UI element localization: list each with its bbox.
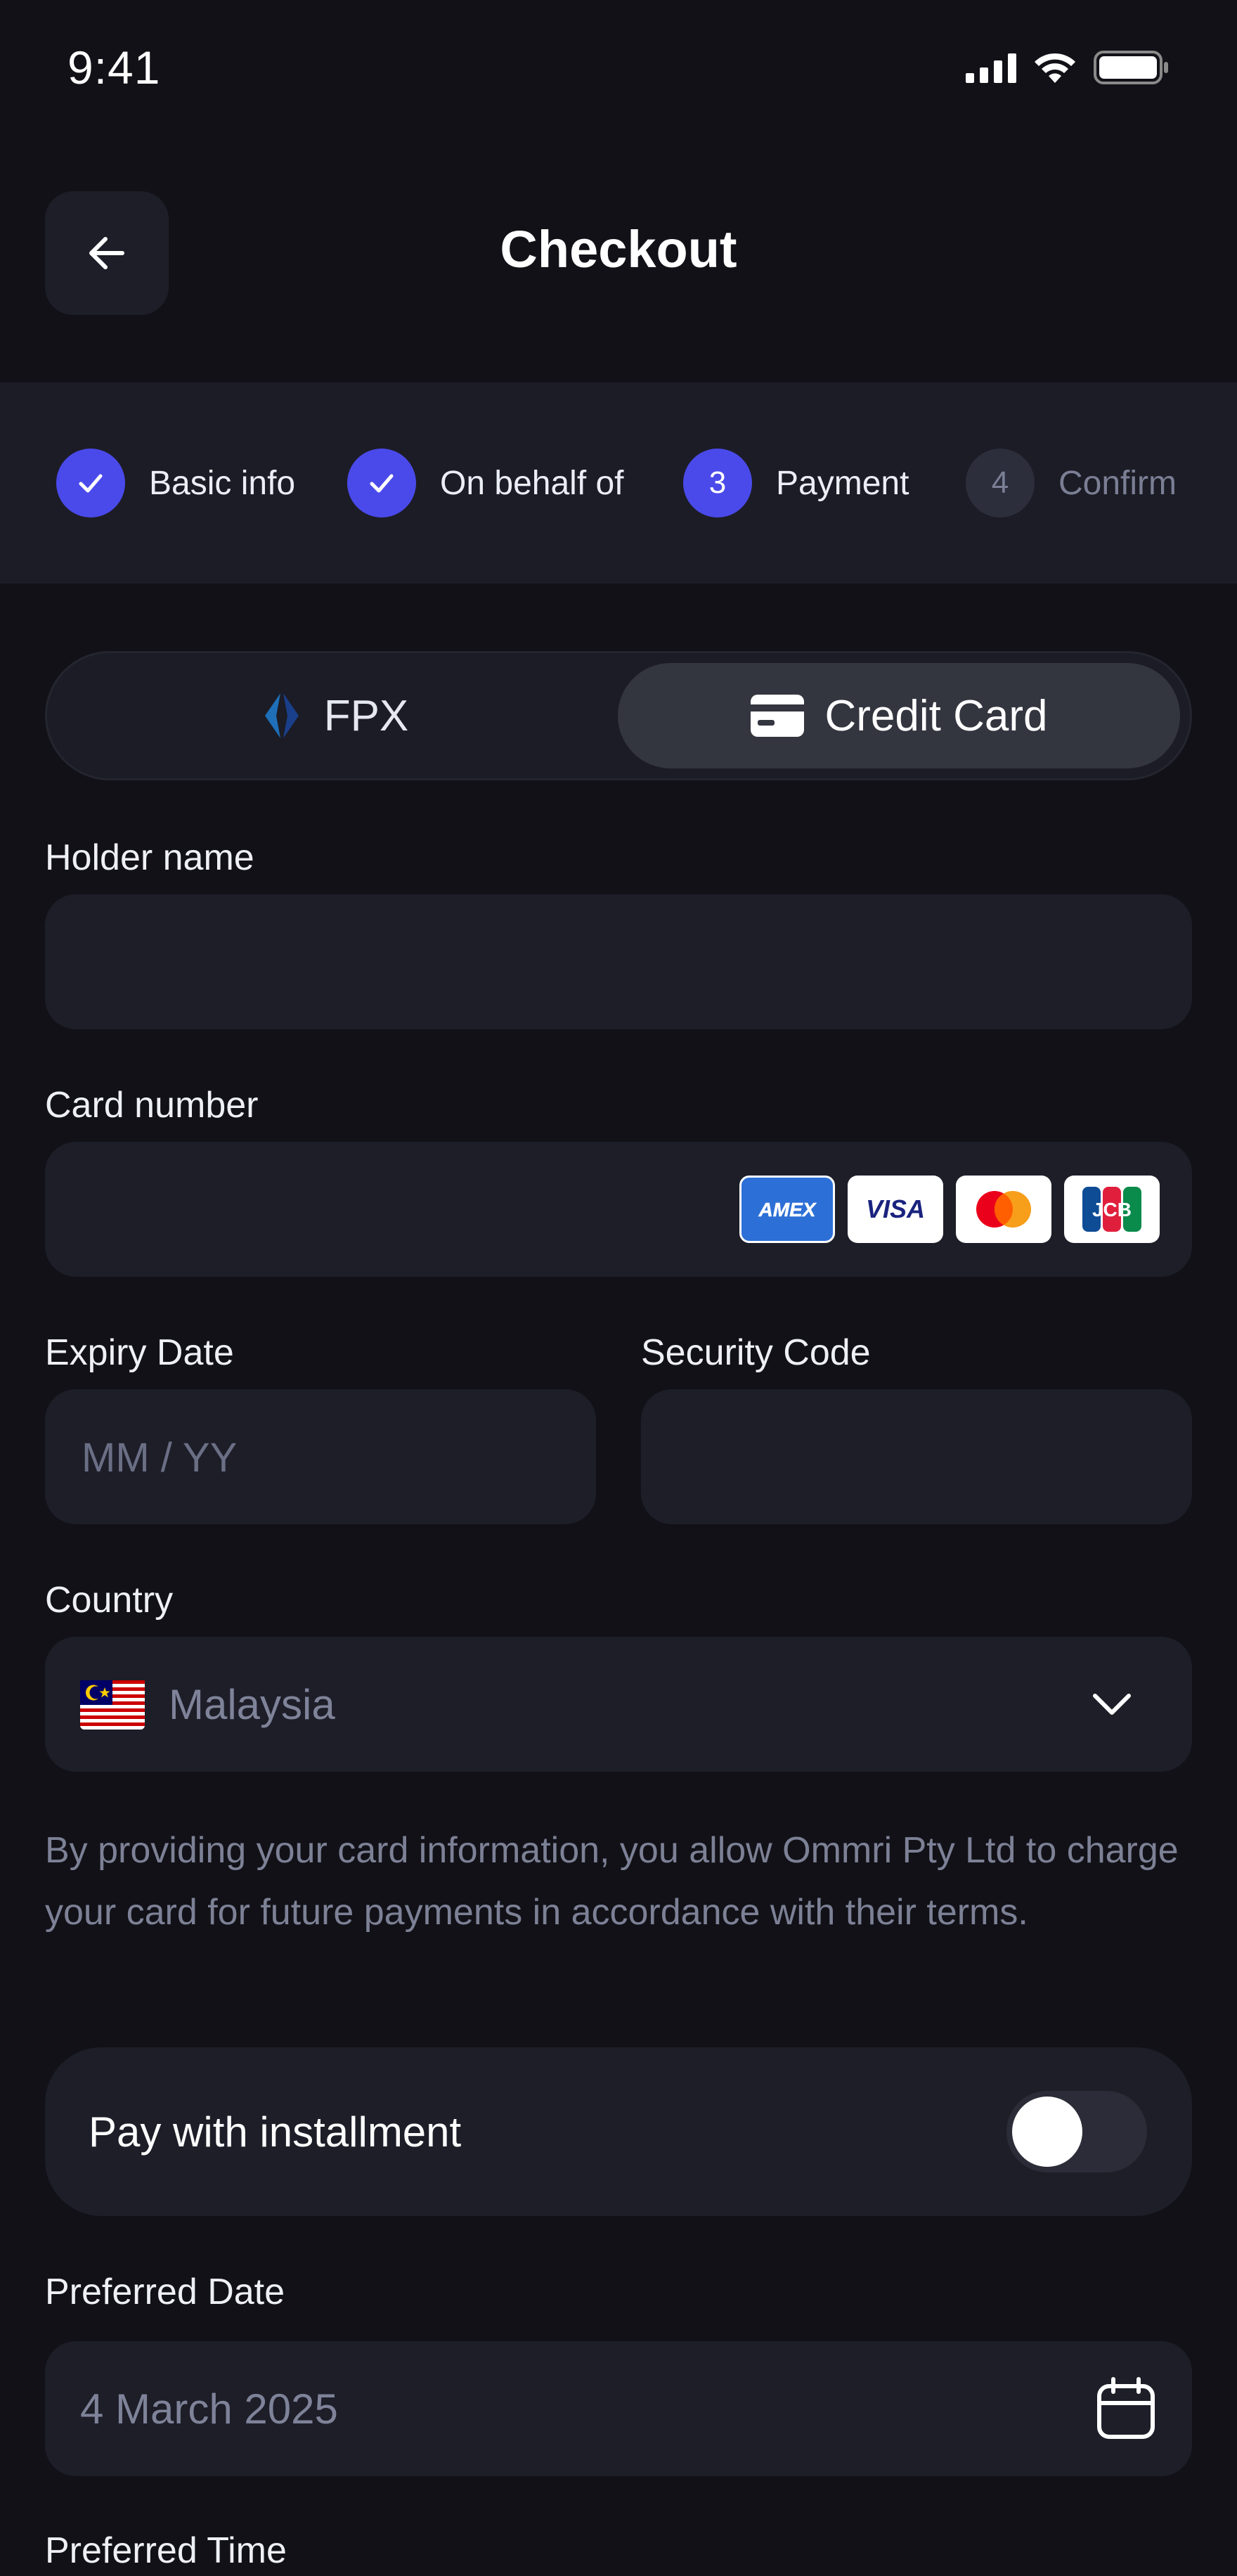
installment-row: Pay with installment — [45, 2047, 1192, 2216]
credit-card-option[interactable]: Credit Card — [618, 663, 1180, 768]
security-code-input[interactable] — [676, 1389, 1160, 1526]
preferred-date-label: Preferred Date — [45, 2272, 285, 2312]
visa-logo-icon: VISA — [848, 1176, 943, 1243]
step-number-circle: 3 — [683, 449, 752, 517]
card-brand-logos: AMEX VISA JCB — [739, 1176, 1160, 1243]
amex-logo-icon: AMEX — [739, 1176, 835, 1243]
malaysia-flag-icon — [80, 1680, 145, 1730]
svg-text:JCB: JCB — [1092, 1199, 1132, 1221]
step-confirm: 4 Confirm — [966, 382, 1177, 584]
step-on-behalf-of: On behalf of — [347, 382, 624, 584]
step-label: Payment — [776, 464, 909, 502]
svg-text:AMEX: AMEX — [758, 1199, 817, 1221]
step-payment: 3 Payment — [683, 382, 909, 584]
mastercard-logo-icon — [956, 1176, 1051, 1243]
step-number-circle: 4 — [966, 449, 1035, 517]
checkout-stepper: Basic info On behalf of 3 Payment 4 Conf… — [0, 382, 1237, 584]
check-icon — [79, 474, 103, 493]
card-number-label: Card number — [45, 1085, 259, 1126]
toggle-knob — [1012, 2097, 1082, 2167]
consent-text: By providing your card information, you … — [45, 1830, 1179, 1933]
installment-label: Pay with installment — [89, 2108, 462, 2156]
jcb-logo-icon: JCB — [1064, 1176, 1160, 1243]
fpx-label: FPX — [323, 691, 409, 740]
card-number-field: AMEX VISA JCB — [45, 1142, 1192, 1278]
fpx-option[interactable]: FPX — [57, 663, 612, 768]
security-code-field — [641, 1389, 1192, 1526]
preferred-date-value: 4 March 2025 — [80, 2385, 338, 2433]
preferred-date-field[interactable]: 4 March 2025 — [45, 2341, 1192, 2476]
step-basic-info: Basic info — [56, 382, 295, 584]
country-value: Malaysia — [169, 1680, 335, 1728]
svg-text:VISA: VISA — [866, 1194, 925, 1223]
security-code-label: Security Code — [641, 1332, 871, 1373]
chevron-down-icon — [1093, 1694, 1131, 1715]
credit-card-label: Credit Card — [824, 691, 1048, 740]
step-check-circle — [347, 449, 416, 517]
country-label: Country — [45, 1580, 174, 1621]
credit-card-icon — [750, 695, 804, 737]
step-label: Confirm — [1058, 464, 1177, 502]
cellular-signal-icon — [966, 53, 1016, 83]
holder-name-input[interactable] — [80, 894, 1160, 1031]
battery-icon — [1094, 51, 1168, 84]
country-select[interactable]: Malaysia — [45, 1637, 1192, 1772]
payment-method-toggle: FPX Credit Card — [45, 651, 1192, 780]
step-label: Basic info — [149, 464, 296, 502]
holder-name-field — [45, 894, 1192, 1031]
installment-toggle[interactable] — [1006, 2091, 1147, 2172]
calendar-icon — [1097, 2377, 1155, 2439]
card-number-input[interactable] — [80, 1142, 715, 1278]
status-time: 9:41 — [67, 41, 161, 94]
step-label: On behalf of — [440, 464, 624, 502]
check-icon — [370, 474, 394, 493]
holder-name-label: Holder name — [45, 837, 254, 878]
expiry-date-label: Expiry Date — [45, 1332, 234, 1373]
wifi-icon — [1035, 53, 1075, 83]
step-check-circle — [56, 449, 125, 517]
expiry-date-input[interactable] — [80, 1389, 564, 1526]
expiry-date-field — [45, 1389, 596, 1526]
page-title: Checkout — [500, 220, 737, 278]
preferred-time-label: Preferred Time — [45, 2530, 287, 2571]
fpx-logo-icon — [264, 693, 299, 738]
status-icons — [966, 51, 1170, 84]
